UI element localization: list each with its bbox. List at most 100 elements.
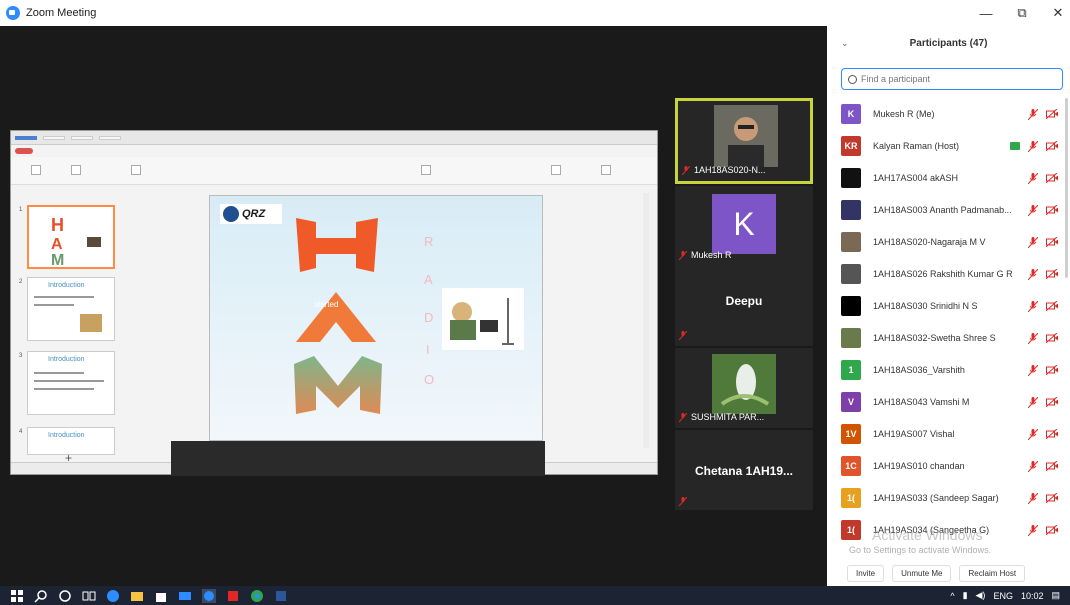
mail-icon[interactable]: [178, 589, 192, 603]
video-tile[interactable]: K Mukesh R: [675, 186, 813, 266]
restore-button[interactable]: ⧉: [1004, 0, 1040, 26]
slide-thumbnail[interactable]: H A M: [27, 205, 115, 269]
slide-thumbnail[interactable]: Introduction: [27, 277, 115, 341]
slide-overlay-text: started: [314, 300, 339, 309]
task-view-icon[interactable]: [82, 589, 96, 603]
chevron-down-icon[interactable]: ⌄: [841, 38, 849, 49]
search-input[interactable]: [861, 74, 1051, 84]
chevron-up-icon[interactable]: ^: [950, 591, 954, 601]
current-slide: QRZ R A D I O started: [209, 195, 543, 441]
mic-muted-icon[interactable]: [1028, 269, 1038, 280]
word-icon[interactable]: [274, 589, 288, 603]
mic-muted-icon[interactable]: [1028, 365, 1038, 376]
mic-muted-icon[interactable]: [1028, 301, 1038, 312]
participant-list: K Mukesh R (Me) KR Kalyan Raman (Host) 1AH17…: [827, 98, 1070, 546]
windows-start-icon[interactable]: [10, 589, 24, 603]
video-tile[interactable]: Deepu: [675, 266, 813, 346]
avatar: K: [712, 194, 776, 254]
acrobat-icon[interactable]: [226, 589, 240, 603]
mic-muted-icon[interactable]: [1028, 461, 1038, 472]
mic-muted-icon: [679, 497, 687, 506]
video-tile[interactable]: Chetana 1AH19...: [675, 430, 813, 510]
video-off-icon[interactable]: [1046, 365, 1058, 375]
participant-search[interactable]: [841, 68, 1063, 90]
mic-muted-icon[interactable]: [1028, 493, 1038, 504]
mic-muted-icon[interactable]: [1028, 205, 1038, 216]
slide-thumbnail[interactable]: Introduction: [27, 351, 115, 415]
radio-letter: I: [426, 342, 430, 357]
video-tile[interactable]: SUSHMITA PAR...: [675, 348, 813, 428]
participant-name: 1AH18AS032-Swetha Shree S: [873, 333, 996, 343]
video-off-icon[interactable]: [1046, 397, 1058, 407]
invite-button[interactable]: Invite: [847, 564, 885, 582]
edge-icon[interactable]: [106, 589, 120, 603]
mic-muted-icon[interactable]: [1028, 237, 1038, 248]
zoom-logo-icon: [6, 6, 20, 20]
participant-video: [714, 105, 778, 167]
unmute-me-button[interactable]: Unmute Me: [892, 564, 952, 582]
participant-row[interactable]: 1AH18AS032-Swetha Shree S: [827, 322, 1070, 354]
radio-letter: R: [424, 234, 434, 249]
video-off-icon[interactable]: [1046, 301, 1058, 311]
participant-row[interactable]: KR Kalyan Raman (Host): [827, 130, 1070, 162]
language-indicator[interactable]: ENG: [993, 591, 1013, 601]
mic-muted-icon[interactable]: [1028, 173, 1038, 184]
reclaim-host-button[interactable]: Reclaim Host: [959, 564, 1026, 582]
participant-row[interactable]: K Mukesh R (Me): [827, 98, 1070, 130]
participant-row[interactable]: 1(1AH19AS033 (Sandeep Sagar): [827, 482, 1070, 514]
participant-name: Kalyan Raman (Host): [873, 141, 960, 151]
video-off-icon[interactable]: [1046, 269, 1058, 279]
participant-row[interactable]: 1 1AH18AS036_Varshith: [827, 354, 1070, 386]
minimize-button[interactable]: —: [968, 0, 1004, 26]
mic-muted-icon[interactable]: [1028, 429, 1038, 440]
video-off-icon[interactable]: [1046, 333, 1058, 343]
mic-muted-icon[interactable]: [1028, 109, 1038, 120]
screen-share-icon: [1010, 142, 1020, 150]
participant-name: 1AH19AS007 Vishal: [873, 429, 955, 439]
thumb-number: 3: [19, 353, 23, 359]
avatar: [841, 264, 861, 284]
participants-title: Participants (47): [909, 37, 988, 49]
clock[interactable]: 10:02: [1021, 591, 1044, 601]
tile-name: 1AH18AS020-N...: [694, 165, 766, 175]
participant-row[interactable]: 1AH18AS020-Nagaraja M V: [827, 226, 1070, 258]
video-off-icon[interactable]: [1046, 237, 1058, 247]
video-tile[interactable]: 1AH18AS020-N...: [675, 98, 813, 184]
participant-row[interactable]: 1AH18AS030 Srinidhi N S: [827, 290, 1070, 322]
video-off-icon[interactable]: [1046, 141, 1058, 151]
search-icon[interactable]: [34, 589, 48, 603]
store-icon[interactable]: [154, 589, 168, 603]
notifications-icon[interactable]: ▤: [1051, 590, 1060, 601]
close-button[interactable]: ✕: [1040, 0, 1070, 26]
participant-row[interactable]: 1AH18AS003 Ananth Padmanab...: [827, 194, 1070, 226]
participant-row[interactable]: 1AH17AS004 akASH: [827, 162, 1070, 194]
volume-icon[interactable]: ◀): [976, 590, 986, 601]
video-off-icon[interactable]: [1046, 429, 1058, 439]
mic-muted-icon: [682, 166, 690, 175]
mic-muted-icon[interactable]: [1028, 525, 1038, 536]
participant-row[interactable]: V 1AH18AS043 Vamshi M: [827, 386, 1070, 418]
participant-row[interactable]: 1AH18AS026 Rakshith Kumar G R: [827, 258, 1070, 290]
video-off-icon[interactable]: [1046, 525, 1058, 535]
vertical-scrollbar[interactable]: [643, 193, 649, 448]
zoom-taskbar-icon[interactable]: [202, 588, 216, 603]
video-off-icon[interactable]: [1046, 461, 1058, 471]
network-icon[interactable]: ▮: [963, 590, 968, 601]
panel-scrollbar[interactable]: [1065, 98, 1068, 278]
mic-muted-icon[interactable]: [1028, 333, 1038, 344]
video-off-icon[interactable]: [1046, 205, 1058, 215]
video-off-icon[interactable]: [1046, 173, 1058, 183]
video-off-icon[interactable]: [1046, 493, 1058, 503]
participant-row[interactable]: 1C 1AH19AS010 chandan: [827, 450, 1070, 482]
screen-share[interactable]: 1 H A M 2 Introduction 3 Introduction 4 …: [10, 130, 658, 476]
chrome-icon[interactable]: [250, 589, 264, 603]
participant-row[interactable]: 1V 1AH19AS007 Vishal: [827, 418, 1070, 450]
cortana-icon[interactable]: [58, 589, 72, 603]
video-off-icon[interactable]: [1046, 109, 1058, 119]
participants-footer: Invite Unmute Me Reclaim Host: [827, 560, 1070, 586]
participant-name: 1AH18AS036_Varshith: [873, 365, 965, 375]
file-explorer-icon[interactable]: [130, 589, 144, 603]
mic-muted-icon[interactable]: [1028, 397, 1038, 408]
mic-muted-icon[interactable]: [1028, 141, 1038, 152]
participant-name: 1AH19AS033 (Sandeep Sagar): [873, 493, 999, 503]
